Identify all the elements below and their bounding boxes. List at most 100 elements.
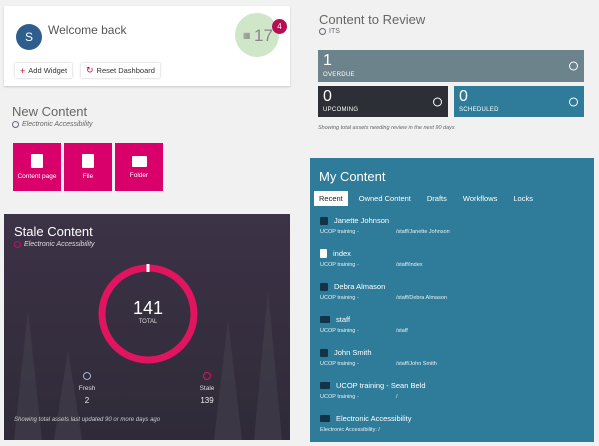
tab-recent[interactable]: Recent: [314, 191, 348, 206]
folder-icon: [131, 155, 147, 167]
clock-icon: [433, 97, 442, 106]
avatar[interactable]: S: [16, 24, 42, 50]
list-item: John Smith UCOP training - /staff/John Sm…: [320, 348, 586, 367]
scheduled-count: 0: [459, 88, 468, 105]
my-content-card: My Content Recent Owned Content Drafts W…: [310, 158, 594, 442]
tile-label: Content page: [17, 173, 57, 180]
item-name: Janette Johnson: [334, 216, 390, 225]
stale-legend[interactable]: Stale 139: [187, 372, 227, 405]
list-item: staff UCOP training - /staff: [320, 315, 586, 334]
new-content-site[interactable]: Electronic Accessibility: [12, 121, 93, 128]
item-site: UCOP training -: [320, 295, 359, 301]
list-item: Debra Almason UCOP training - /staff/Debr…: [320, 282, 586, 301]
item-path: /: [396, 394, 398, 400]
stale-content-site[interactable]: Electronic Accessibility: [14, 241, 95, 248]
folder-icon: [320, 382, 330, 389]
new-content-site-label: Electronic Accessibility: [22, 121, 93, 128]
item-link[interactable]: UCOP training - Sean Beld: [320, 381, 586, 390]
item-path: /staff/index: [396, 262, 423, 268]
item-link[interactable]: index: [320, 249, 586, 258]
item-site: UCOP training -: [320, 262, 359, 268]
add-widget-button[interactable]: + Add Widget: [15, 63, 73, 78]
new-content-page-button[interactable]: Content page: [13, 143, 61, 191]
overdue-box[interactable]: 1 OVERDUE: [318, 50, 584, 82]
content-review-site-label: ITS: [329, 28, 340, 35]
item-path: /staff/John Smith: [396, 361, 437, 367]
globe-icon: [14, 241, 21, 248]
upcoming-count: 0: [323, 88, 332, 105]
list-item: Electronic Accessibility Electronic Acce…: [320, 414, 586, 433]
list-item: Janette Johnson UCOP training - /staff/Ja…: [320, 216, 586, 235]
item-link[interactable]: Electronic Accessibility: [320, 414, 586, 423]
stale-total: 141: [132, 298, 164, 318]
stale-label: Stale: [199, 385, 215, 392]
cube-icon: [320, 348, 328, 357]
content-review-site[interactable]: ITS: [319, 28, 340, 35]
notifications-widget[interactable]: ▦ 17 4: [235, 13, 287, 57]
welcome-greeting: Welcome back: [48, 23, 127, 37]
reset-dashboard-label: Reset Dashboard: [96, 66, 155, 75]
item-link[interactable]: staff: [320, 315, 586, 324]
plus-icon: +: [20, 65, 26, 76]
item-name: UCOP training - Sean Beld: [336, 381, 426, 390]
alert-icon: [569, 61, 578, 71]
stale-dot-icon: [203, 372, 211, 380]
list-item: index UCOP training - /staff/index: [320, 249, 586, 268]
item-path: /staff: [396, 328, 408, 334]
reset-dashboard-button[interactable]: ↻ Reset Dashboard: [81, 63, 160, 78]
folder-icon: [320, 316, 330, 323]
item-link[interactable]: Janette Johnson: [320, 216, 586, 225]
tile-label: Folder: [129, 171, 149, 179]
stale-content-site-label: Electronic Accessibility: [24, 241, 95, 248]
file-image-icon: [82, 154, 94, 168]
item-site: UCOP training -: [320, 229, 359, 235]
tab-owned-content[interactable]: Owned Content: [354, 191, 416, 206]
reset-icon: ↻: [86, 65, 94, 75]
scheduled-box[interactable]: 0 SCHEDULED: [454, 86, 584, 117]
stale-value: 139: [200, 396, 214, 405]
item-name: index: [333, 249, 351, 258]
welcome-card: S Welcome back ▦ 17 4 + Add Widget ↻ Res…: [4, 6, 290, 86]
check-circle-icon: [569, 97, 578, 106]
tab-locks[interactable]: Locks: [508, 191, 538, 206]
new-folder-button[interactable]: Folder: [115, 143, 163, 191]
globe-icon: [319, 28, 326, 35]
fresh-label: Fresh: [78, 385, 96, 392]
upcoming-label: UPCOMING: [323, 107, 359, 113]
new-content-title: New Content: [12, 104, 88, 119]
item-site: UCOP training -: [320, 361, 359, 367]
item-link[interactable]: John Smith: [320, 348, 586, 357]
item-site: UCOP training -: [320, 394, 359, 400]
avatar-initial: S: [24, 30, 33, 44]
item-name: John Smith: [334, 348, 372, 357]
folder-icon: [320, 415, 330, 422]
list-item: UCOP training - Sean Beld UCOP training …: [320, 381, 586, 400]
content-review-title: Content to Review: [319, 12, 426, 27]
tile-label: File: [82, 173, 94, 180]
stale-content-title: Stale Content: [14, 224, 93, 239]
page-icon: [31, 154, 43, 168]
cube-icon: [320, 282, 328, 291]
upcoming-box[interactable]: 0 UPCOMING: [318, 86, 448, 117]
page-icon: [320, 249, 327, 258]
notification-count: 17: [254, 26, 273, 45]
fresh-legend[interactable]: Fresh 2: [67, 372, 107, 405]
fresh-value: 2: [84, 396, 90, 405]
tree-decoration: [254, 290, 282, 440]
item-name: Electronic Accessibility: [336, 414, 412, 423]
tab-workflows[interactable]: Workflows: [458, 191, 502, 206]
item-name: Debra Almason: [334, 282, 386, 291]
item-link[interactable]: Debra Almason: [320, 282, 586, 291]
tab-drafts[interactable]: Drafts: [422, 191, 452, 206]
overdue-label: OVERDUE: [323, 72, 355, 78]
fresh-dot-icon: [83, 372, 91, 380]
item-name: staff: [336, 315, 351, 324]
stale-content-card: Stale Content Electronic Accessibility 1…: [4, 214, 290, 440]
item-site: UCOP training -: [320, 328, 359, 334]
stale-footnote: Showing total assets last updated 90 or …: [14, 417, 161, 423]
content-review-footnote: Showing total assets needing review in t…: [318, 125, 455, 131]
globe-icon: [12, 121, 19, 128]
my-content-tabs: Recent Owned Content Drafts Workflows Lo…: [314, 191, 544, 206]
new-file-button[interactable]: File: [64, 143, 112, 191]
scheduled-label: SCHEDULED: [459, 107, 499, 113]
